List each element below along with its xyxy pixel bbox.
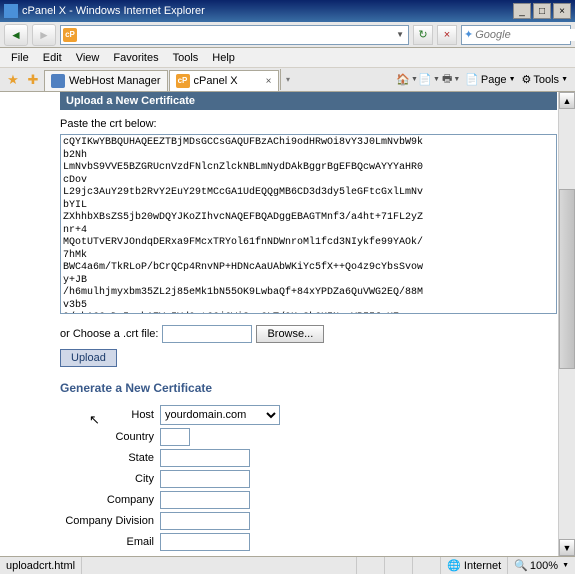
search-input[interactable]	[475, 29, 575, 41]
stop-button[interactable]: ×	[437, 25, 457, 45]
page-menu[interactable]: 📄Page▼	[462, 71, 518, 89]
paste-crt-label: Paste the crt below:	[60, 118, 557, 130]
scroll-down-arrow[interactable]: ▼	[559, 539, 575, 556]
crt-textarea[interactable]	[60, 134, 557, 314]
upload-button[interactable]: Upload	[60, 349, 117, 367]
window-title: cPanel X - Windows Internet Explorer	[22, 5, 511, 17]
crt-file-input[interactable]	[162, 325, 252, 343]
cpanel-favicon: cP	[63, 28, 77, 42]
minimize-button[interactable]: _	[513, 3, 531, 19]
whm-favicon	[51, 74, 65, 88]
menu-favorites[interactable]: Favorites	[106, 50, 165, 66]
company-label: Company	[60, 494, 160, 506]
forward-button[interactable]: ►	[32, 24, 56, 46]
feeds-icon[interactable]: 📄▼	[419, 71, 439, 89]
add-favorites-icon[interactable]: ✚	[24, 71, 42, 89]
division-label: Company Division	[60, 515, 160, 527]
zoom-dropdown-icon[interactable]: ▼	[562, 562, 569, 569]
menu-view[interactable]: View	[69, 50, 107, 66]
menu-tools[interactable]: Tools	[166, 50, 206, 66]
home-icon[interactable]: 🏠▼	[397, 71, 417, 89]
host-label: Host	[60, 409, 160, 421]
page-content: ▲ ▼ Upload a New Certificate Paste the c…	[0, 92, 575, 556]
globe-icon: 🌐	[447, 559, 461, 572]
browse-button[interactable]: Browse...	[256, 325, 324, 343]
company-input[interactable]	[160, 491, 250, 509]
menu-edit[interactable]: Edit	[36, 50, 69, 66]
country-label: Country	[60, 431, 160, 443]
choose-file-label: or Choose a .crt file:	[60, 328, 158, 340]
address-dropdown-icon[interactable]: ▼	[394, 30, 406, 39]
scroll-up-arrow[interactable]: ▲	[559, 92, 575, 109]
country-input[interactable]	[160, 428, 190, 446]
tools-menu[interactable]: ⚙Tools▼	[519, 71, 572, 89]
refresh-button[interactable]: ↻	[413, 25, 433, 45]
email-input[interactable]	[160, 533, 250, 551]
maximize-button[interactable]: □	[533, 3, 551, 19]
scroll-thumb[interactable]	[559, 189, 575, 369]
state-input[interactable]	[160, 449, 250, 467]
tab-bar: ★ ✚ WebHost Manager cP cPanel X × ▾ 🏠▼ 📄…	[0, 68, 575, 92]
tab-label: cPanel X	[194, 75, 260, 87]
security-zone[interactable]: 🌐 Internet	[441, 557, 508, 574]
tab-close-icon[interactable]: ×	[266, 76, 272, 87]
menu-help[interactable]: Help	[205, 50, 242, 66]
city-label: City	[60, 473, 160, 485]
section-header-generate: Generate a New Certificate	[60, 381, 557, 395]
window-titlebar: cPanel X - Windows Internet Explorer _ □…	[0, 0, 575, 22]
tab-cpanel-x[interactable]: cP cPanel X ×	[169, 70, 279, 91]
menu-bar: File Edit View Favorites Tools Help	[0, 48, 575, 68]
status-seg	[329, 557, 357, 574]
state-label: State	[60, 452, 160, 464]
back-button[interactable]: ◄	[4, 24, 28, 46]
new-tab-button[interactable]: ▾	[280, 69, 296, 90]
print-icon[interactable]: 🖶▼	[441, 71, 461, 89]
email-label: Email	[60, 536, 160, 548]
status-seg	[357, 557, 385, 574]
zoom-control[interactable]: 🔍 100% ▼	[508, 559, 575, 572]
zoom-value: 100%	[530, 560, 558, 572]
address-bar[interactable]: cP ▼	[60, 25, 409, 45]
vertical-scrollbar[interactable]: ▲ ▼	[558, 92, 575, 556]
host-select[interactable]: yourdomain.com	[160, 405, 280, 425]
menu-file[interactable]: File	[4, 50, 36, 66]
zoom-icon: 🔍	[514, 559, 528, 572]
ie-icon	[4, 4, 18, 18]
favorites-center-icon[interactable]: ★	[4, 71, 22, 89]
status-bar: uploadcrt.html 🌐 Internet 🔍 100% ▼	[0, 556, 575, 574]
tab-label: WebHost Manager	[69, 75, 161, 87]
status-seg	[385, 557, 413, 574]
status-seg	[413, 557, 441, 574]
search-box[interactable]: ✦ 🔍	[461, 25, 571, 45]
cpanel-favicon: cP	[176, 74, 190, 88]
nav-toolbar: ◄ ► cP ▼ ↻ × ✦ 🔍	[0, 22, 575, 48]
division-input[interactable]	[160, 512, 250, 530]
status-left: uploadcrt.html	[0, 557, 82, 574]
tab-webhost-manager[interactable]: WebHost Manager	[44, 70, 168, 91]
search-provider-icon: ✦	[464, 28, 473, 41]
city-input[interactable]	[160, 470, 250, 488]
section-header-upload: Upload a New Certificate	[60, 92, 557, 110]
zone-label: Internet	[464, 560, 501, 572]
close-button[interactable]: ×	[553, 3, 571, 19]
address-input[interactable]	[80, 29, 394, 41]
